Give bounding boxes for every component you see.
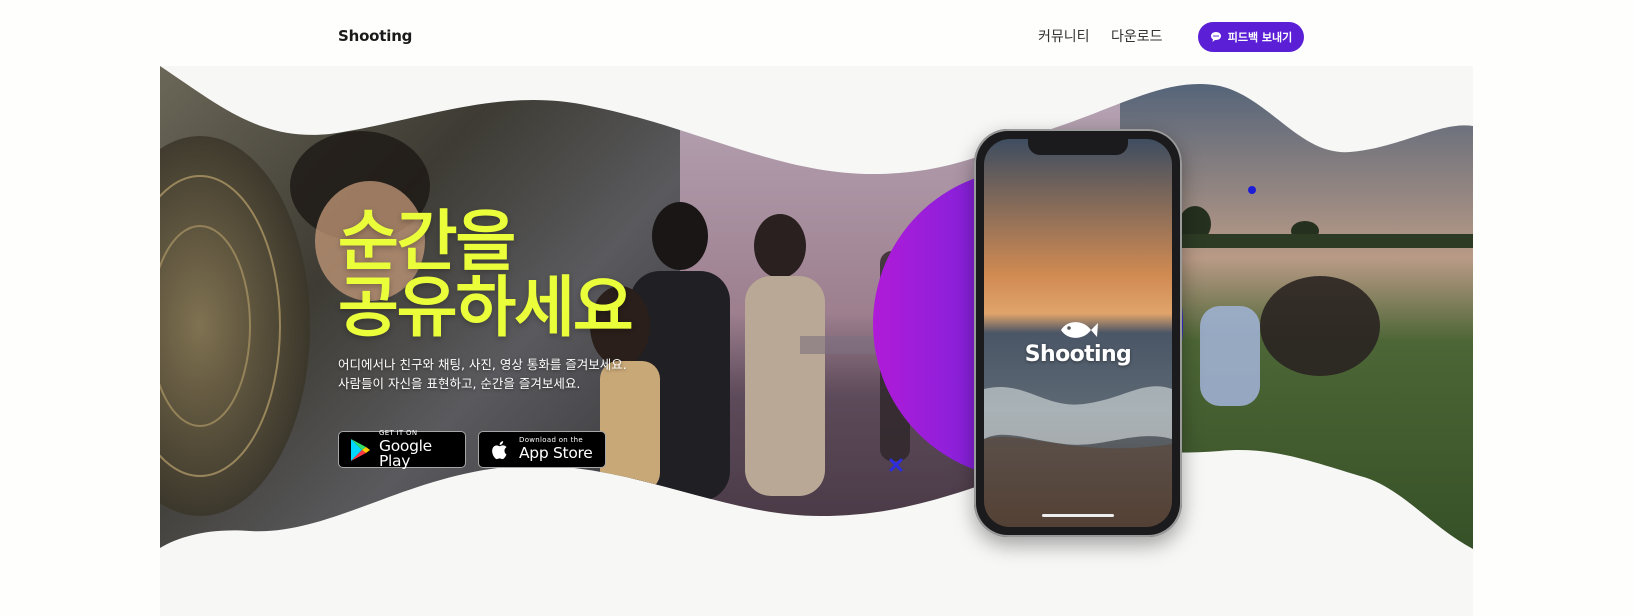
app-store-small-text: Download on the xyxy=(519,436,583,445)
phone-screen: Shooting xyxy=(984,139,1172,527)
hero-headline: 순간을 공유하세요 xyxy=(338,209,678,341)
phone-brand-text: Shooting xyxy=(1024,342,1132,367)
apple-icon xyxy=(492,440,507,459)
decorative-dot xyxy=(1248,186,1256,194)
chat-bubble-icon xyxy=(1210,32,1221,42)
app-store-button[interactable]: Download on the App Store xyxy=(478,431,606,468)
hero-description-line2: 사람들이 자신을 표현하고, 순간을 즐겨보세요. xyxy=(338,376,581,391)
hero-description: 어디에서나 친구와 채팅, 사진, 영상 통화를 즐겨보세요. 사람들이 자신을… xyxy=(338,355,627,393)
top-header: Shooting 커뮤니티 다운로드 피드백 보내기 xyxy=(0,0,1633,66)
site-logo[interactable]: Shooting xyxy=(338,27,412,45)
nav-download-link[interactable]: 다운로드 xyxy=(1111,26,1163,46)
phone-home-indicator xyxy=(1042,514,1114,517)
feedback-button[interactable]: 피드백 보내기 xyxy=(1198,22,1304,52)
decorative-cross-icon xyxy=(889,458,903,472)
phone-mockup: Shooting xyxy=(974,129,1182,537)
app-store-big-text: App Store xyxy=(519,444,593,463)
hero-description-line1: 어디에서나 친구와 채팅, 사진, 영상 통화를 즐겨보세요. xyxy=(338,357,627,372)
hero-headline-line1: 순간을 xyxy=(338,203,516,280)
google-play-small-text: GET IT ON xyxy=(379,428,418,437)
phone-notch xyxy=(1028,139,1128,155)
google-play-icon xyxy=(351,438,370,461)
fish-logo-icon xyxy=(1061,322,1098,338)
hero-headline-line2: 공유하세요 xyxy=(338,269,634,346)
feedback-button-label: 피드백 보내기 xyxy=(1227,31,1293,44)
google-play-button[interactable]: GET IT ON Google Play xyxy=(338,428,466,470)
hero-section: 순간을 공유하세요 어디에서나 친구와 채팅, 사진, 영상 통화를 즐겨보세요… xyxy=(160,66,1473,616)
nav-community-link[interactable]: 커뮤니티 xyxy=(1038,26,1090,46)
google-play-big-text: Google Play xyxy=(379,436,432,470)
